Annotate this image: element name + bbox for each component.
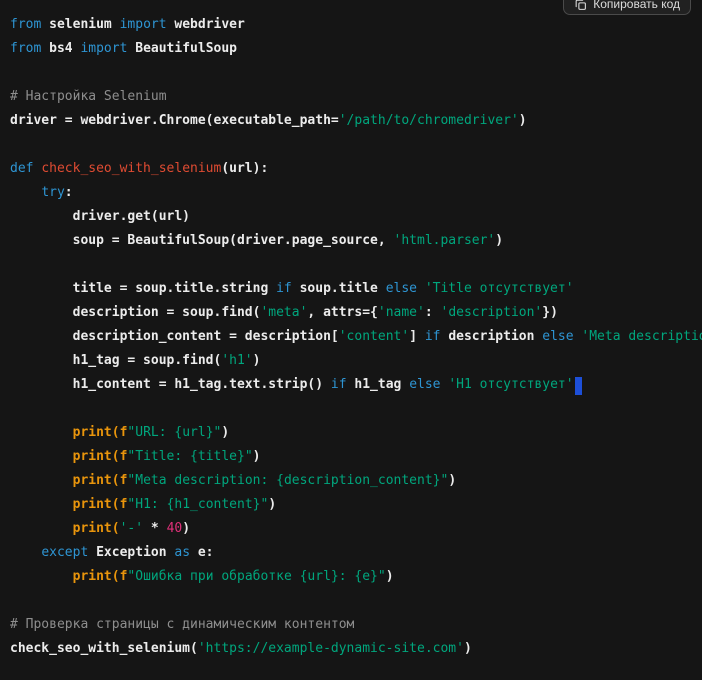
code-line [10,61,702,85]
code-line: print(f"Meta description: {description_c… [10,469,702,493]
code-line [10,253,702,277]
code-line: try: [10,181,702,205]
code-line: from bs4 import BeautifulSoup [10,37,702,61]
copy-button-label: Копировать код [593,0,680,10]
code-content: from selenium import webdriverfrom bs4 i… [0,0,702,661]
code-line: driver = webdriver.Chrome(executable_pat… [10,109,702,133]
code-line: h1_content = h1_tag.text.strip() if h1_t… [10,373,702,397]
code-block: Копировать код from selenium import webd… [0,0,702,680]
code-line: # Проверка страницы с динамическим конте… [10,613,702,637]
code-line: description_content = description['conte… [10,325,702,349]
code-line: def check_seo_with_selenium(url): [10,157,702,181]
code-line: print(f"H1: {h1_content}") [10,493,702,517]
code-line [10,589,702,613]
code-line: print('-' * 40) [10,517,702,541]
typing-cursor [575,377,582,395]
code-line [10,397,702,421]
code-line: except Exception as e: [10,541,702,565]
code-line: # Настройка Selenium [10,85,702,109]
code-line: description = soup.find('meta', attrs={'… [10,301,702,325]
copy-icon [574,0,587,11]
copy-code-button[interactable]: Копировать код [563,0,691,15]
code-line: print(f"Title: {title}") [10,445,702,469]
code-line: h1_tag = soup.find('h1') [10,349,702,373]
code-line: soup = BeautifulSoup(driver.page_source,… [10,229,702,253]
code-line: print(f"Ошибка при обработке {url}: {e}"… [10,565,702,589]
code-line: driver.get(url) [10,205,702,229]
code-line: from selenium import webdriver [10,13,702,37]
code-line [10,133,702,157]
code-line: print(f"URL: {url}") [10,421,702,445]
code-line: title = soup.title.string if soup.title … [10,277,702,301]
code-line: check_seo_with_selenium('https://example… [10,637,702,661]
